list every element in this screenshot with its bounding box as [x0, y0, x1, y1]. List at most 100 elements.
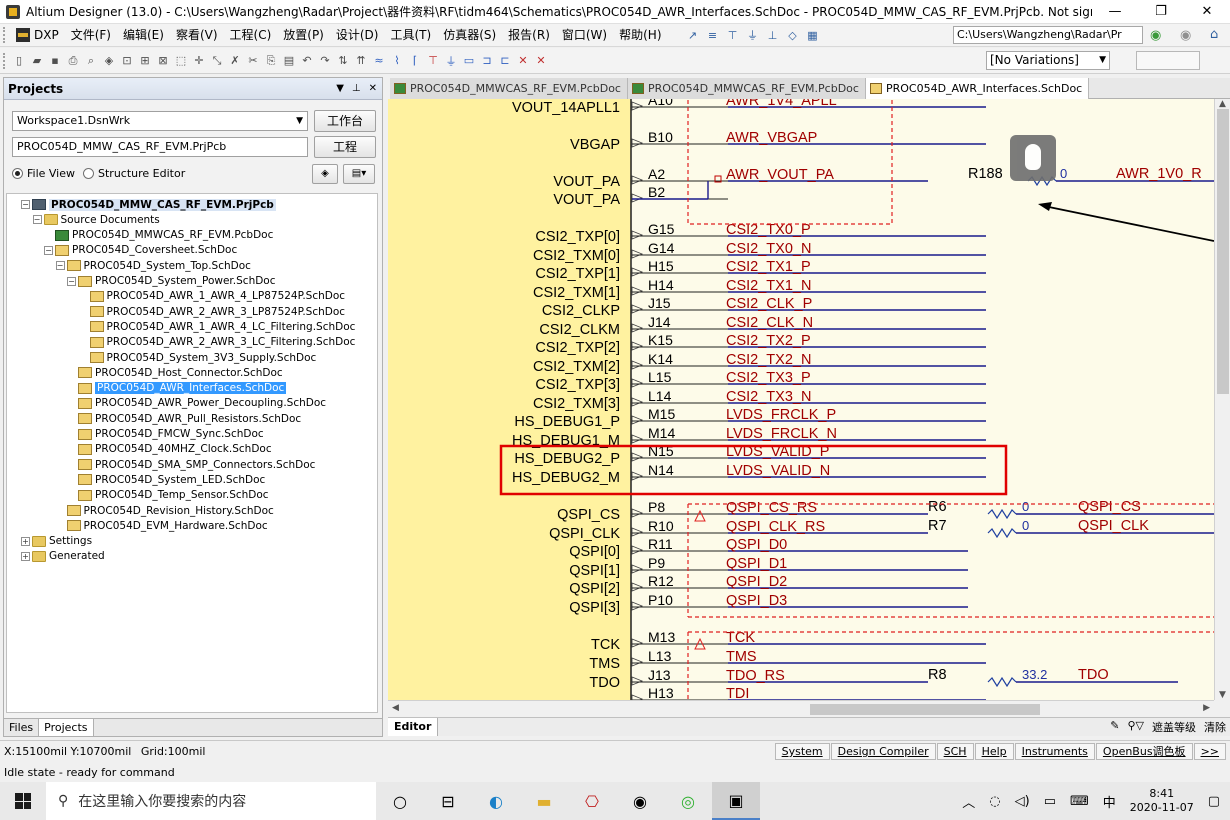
project-path-combo[interactable]: C:\Users\Wangzheng\Radar\Pr — [953, 26, 1143, 44]
tree-item[interactable]: − Source Documents — [32, 212, 160, 227]
mask-icon[interactable]: ✎ — [1110, 719, 1119, 735]
editor-tab[interactable]: Editor — [388, 718, 439, 736]
panel-button[interactable]: SCH — [936, 743, 974, 760]
project-options-icon[interactable]: ▤▾ — [343, 164, 375, 184]
no-erc-2-icon[interactable]: ✕ — [532, 53, 550, 69]
document-tab[interactable]: PROC054D_AWR_Interfaces.SchDoc — [865, 78, 1090, 99]
vertical-scrollbar[interactable]: ▲ ▼ — [1214, 99, 1230, 700]
scroll-down-icon[interactable]: ▼ — [1219, 690, 1226, 700]
notification-icon[interactable]: ▢ — [1208, 794, 1220, 809]
tree-item[interactable]: − PROC054D_System_Power.SchDoc — [67, 274, 276, 289]
tree-item[interactable]: PROC054D_AWR_1_AWR_4_LC_Filtering.SchDoc — [79, 319, 355, 334]
panel-button[interactable]: OpenBus调色板 — [1095, 743, 1193, 760]
close-button[interactable]: ✕ — [1184, 0, 1230, 24]
document-tab[interactable]: PROC054D_MMWCAS_RF_EVM.PcbDoc — [390, 78, 628, 99]
tree-item[interactable]: PROC054D_AWR_1_AWR_4_LP87524P.SchDoc — [79, 289, 345, 304]
redo-icon[interactable]: ↷ — [316, 53, 334, 69]
start-button[interactable] — [0, 782, 46, 820]
menu-help[interactable]: 帮助(H) — [613, 24, 667, 47]
tab-projects[interactable]: Projects — [39, 719, 94, 736]
tray-chevron-icon[interactable]: ︿ — [962, 792, 975, 811]
network-icon[interactable]: ◌ — [989, 794, 1000, 809]
scroll-up-icon[interactable]: ▲ — [1219, 99, 1226, 109]
tree-item[interactable]: PROC054D_FMCW_Sync.SchDoc — [67, 427, 264, 442]
menu-place[interactable]: 放置(P) — [277, 24, 330, 47]
menu-window[interactable]: 窗口(W) — [556, 24, 613, 47]
task-view-icon[interactable]: ⊟ — [424, 782, 472, 820]
collapse-icon[interactable]: − — [55, 261, 65, 271]
tree-item[interactable]: + Settings — [21, 534, 92, 549]
menu-dxp[interactable]: DXP — [10, 24, 65, 47]
paste-icon[interactable]: ▤ — [280, 53, 298, 69]
panel-button[interactable]: Instruments — [1014, 743, 1095, 760]
tree-item[interactable]: PROC054D_MMWCAS_RF_EVM.PcbDoc — [44, 228, 273, 243]
new-file-icon[interactable]: ▯ — [10, 53, 28, 69]
tree-item[interactable]: PROC054D_System_LED.SchDoc — [67, 472, 265, 487]
tree-item[interactable]: PROC054D_AWR_2_AWR_3_LP87524P.SchDoc — [79, 304, 345, 319]
horizontal-scrollbar[interactable]: ◀ ▶ — [388, 700, 1214, 717]
altium-taskbar-icon[interactable]: ▣ — [712, 782, 760, 820]
open-folder-icon[interactable]: ▰ — [28, 53, 46, 69]
project-button[interactable]: 工程 — [314, 136, 376, 158]
vertical-scroll-thumb[interactable] — [1217, 109, 1229, 394]
panel-menu-icon[interactable]: ▼ — [336, 83, 344, 94]
cortana-icon[interactable]: ○ — [376, 782, 424, 820]
project-field[interactable]: PROC054D_MMW_CAS_RF_EVM.PrjPcb — [12, 137, 308, 157]
toolbar-grip-2[interactable] — [3, 52, 7, 69]
schematic-canvas[interactable]: VOUT_14APLL1 A10 AWR_1V4_APLL VBGAP B10 AWR_V… — [388, 99, 1214, 700]
workspace-combo[interactable]: Workspace1.DsnWrk ▼ — [12, 111, 308, 131]
browse-icon[interactable]: ⇈ — [352, 53, 370, 69]
taskbar-search[interactable]: ⚲ 在这里输入你要搜索的内容 — [46, 782, 376, 820]
zoom-area-icon[interactable]: ⊞ — [136, 53, 154, 69]
gnd-icon[interactable]: ⏚ — [442, 53, 460, 69]
tree-item[interactable]: PROC054D_AWR_Interfaces.SchDoc — [67, 381, 287, 396]
volume-icon[interactable]: ◁) — [1015, 794, 1030, 809]
compile-icon[interactable]: ◈ — [312, 164, 338, 184]
parameter-icon[interactable]: ⊥ — [764, 27, 782, 43]
no-erc-icon[interactable]: ✕ — [514, 53, 532, 69]
device-sheets-icon[interactable]: ◈ — [100, 53, 118, 69]
panel-button[interactable]: Design Compiler — [830, 743, 936, 760]
document-tab[interactable]: PROC054D_MMWCAS_RF_EVM.PcbDoc — [627, 78, 866, 99]
toolbar-grip[interactable] — [3, 27, 7, 43]
deselect-icon[interactable]: ⤡ — [208, 53, 226, 69]
filter-icon[interactable]: ⚲▽ — [1127, 719, 1144, 735]
collapse-icon[interactable]: − — [44, 245, 53, 255]
nav-forward-icon[interactable]: ◉ — [1180, 28, 1191, 43]
copy-icon[interactable]: ⎘ — [262, 53, 280, 69]
menu-reports[interactable]: 报告(R) — [502, 24, 556, 47]
tree-item[interactable]: PROC054D_Temp_Sensor.SchDoc — [67, 488, 269, 503]
sheet-symbol-icon[interactable]: ↗ — [684, 27, 702, 43]
wechat-icon[interactable]: ◎ — [664, 782, 712, 820]
nav-back-icon[interactable]: ◉ — [1150, 28, 1161, 43]
horizontal-scroll-thumb[interactable] — [810, 704, 1040, 715]
bus-entry-icon[interactable]: ⌇ — [388, 53, 406, 69]
menu-simulator[interactable]: 仿真器(S) — [437, 24, 502, 47]
qq-icon[interactable]: ◉ — [616, 782, 664, 820]
edge-icon[interactable]: ◐ — [472, 782, 520, 820]
wire-icon[interactable]: ≈ — [370, 53, 388, 69]
grid-icon[interactable]: ▦ — [804, 27, 822, 43]
tab-files[interactable]: Files — [4, 719, 40, 736]
tree-item[interactable]: − PROC054D_Coversheet.SchDoc — [44, 243, 237, 258]
move-icon[interactable]: ✛ — [190, 53, 208, 69]
battery-icon[interactable]: ▭ — [1044, 794, 1056, 809]
undo-icon[interactable]: ↶ — [298, 53, 316, 69]
menu-design[interactable]: 设计(D) — [330, 24, 385, 47]
tree-item[interactable]: PROC054D_40MHZ_Clock.SchDoc — [67, 442, 272, 457]
ground-icon[interactable]: ⏚ — [744, 27, 762, 43]
menu-file[interactable]: 文件(F) — [65, 24, 117, 47]
save-icon[interactable]: ▪ — [46, 53, 64, 69]
tree-item[interactable]: PROC054D_Host_Connector.SchDoc — [67, 365, 283, 380]
home-icon[interactable]: ⌂ — [1210, 27, 1218, 42]
panel-button[interactable]: >> — [1193, 743, 1226, 760]
tree-item[interactable]: − PROC054D_System_Top.SchDoc — [55, 258, 251, 273]
hierarchy-icon[interactable]: ⇅ — [334, 53, 352, 69]
pin-icon[interactable]: ⊥ — [352, 83, 361, 94]
cut-icon[interactable]: ✂ — [244, 53, 262, 69]
directive-icon[interactable]: ◇ — [784, 27, 802, 43]
ime-indicator[interactable]: 中 — [1103, 792, 1116, 811]
part-icon[interactable]: ▭ — [460, 53, 478, 69]
sheet-entry-icon[interactable]: ⊏ — [496, 53, 514, 69]
panel-button[interactable]: System — [774, 743, 830, 760]
